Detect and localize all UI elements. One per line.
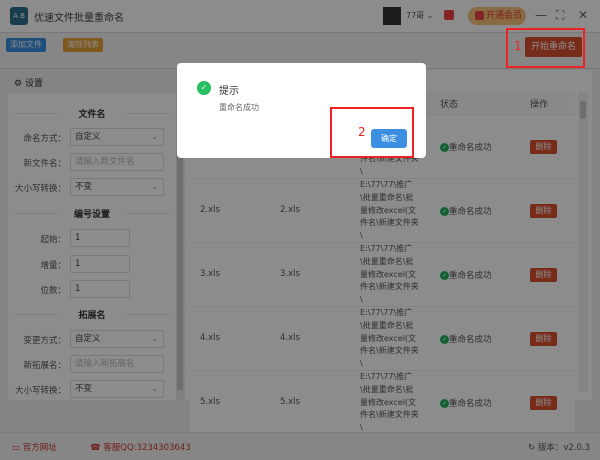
success-check-icon: ✓ [197, 81, 211, 95]
dialog-message: 重命名成功 [219, 103, 259, 112]
dialog-title: 提示 [219, 86, 239, 97]
annotation-label-2: 2 [358, 125, 366, 139]
annotation-label-1: 1 [514, 39, 522, 53]
annotation-box-2 [330, 107, 414, 158]
